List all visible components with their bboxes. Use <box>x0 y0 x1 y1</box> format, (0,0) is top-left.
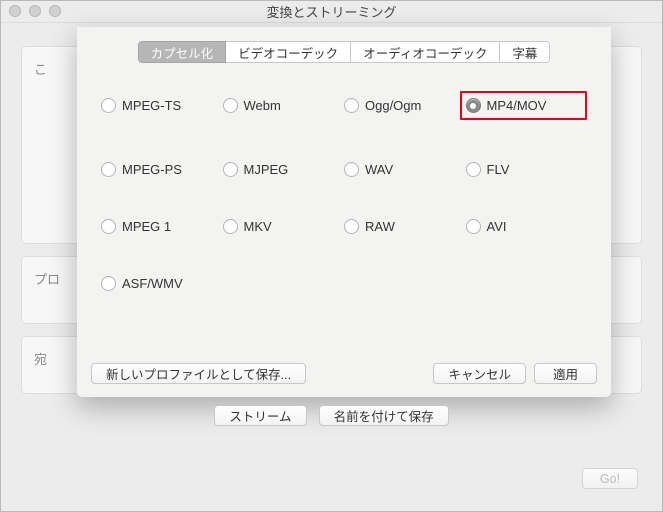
destination-label: 宛 <box>34 352 47 367</box>
format-radio-mjpeg[interactable]: MJPEG <box>223 162 345 177</box>
format-radio-flv[interactable]: FLV <box>466 162 588 177</box>
format-label: Webm <box>244 98 281 113</box>
format-label: MP4/MOV <box>487 98 547 113</box>
sources-label: こ <box>34 62 47 77</box>
format-label: RAW <box>365 219 395 234</box>
highlight-box: MP4/MOV <box>460 91 588 120</box>
go-button[interactable]: Go! <box>582 468 638 489</box>
app-window: 変換とストリーミング こ プロ 宛 カプセル化ビデオコーデックオーディオコーデッ… <box>0 0 663 512</box>
format-radio-group: MPEG-TS Webm Ogg/Ogm MP4/MOV MPEG-PS MJPEG WAV… <box>101 91 587 291</box>
save-as-button[interactable]: 名前を付けて保存 <box>319 405 449 426</box>
radio-icon <box>223 219 238 234</box>
format-label: WAV <box>365 162 393 177</box>
tab-bar: カプセル化ビデオコーデックオーディオコーデック字幕 <box>77 41 611 63</box>
encapsulation-sheet: カプセル化ビデオコーデックオーディオコーデック字幕 MPEG-TS Webm Ogg… <box>77 27 611 397</box>
format-label: MJPEG <box>244 162 289 177</box>
format-radio-mp4-mov[interactable]: MP4/MOV <box>466 98 580 113</box>
format-label: MKV <box>244 219 272 234</box>
apply-button[interactable]: 適用 <box>534 363 597 384</box>
main-action-buttons: ストリーム 名前を付けて保存 <box>1 405 662 426</box>
radio-icon <box>466 162 481 177</box>
titlebar: 変換とストリーミング <box>1 1 662 23</box>
format-radio-mpeg-1[interactable]: MPEG 1 <box>101 219 223 234</box>
format-radio-wav[interactable]: WAV <box>344 162 466 177</box>
minimize-icon[interactable] <box>29 5 41 17</box>
radio-icon <box>101 276 116 291</box>
window-title: 変換とストリーミング <box>266 2 396 21</box>
format-label: ASF/WMV <box>122 276 183 291</box>
format-radio-asf-wmv[interactable]: ASF/WMV <box>101 276 223 291</box>
radio-icon <box>466 219 481 234</box>
format-label: MPEG 1 <box>122 219 171 234</box>
format-radio-mkv[interactable]: MKV <box>223 219 345 234</box>
tab-1[interactable]: ビデオコーデック <box>226 41 351 63</box>
format-label: Ogg/Ogm <box>365 98 421 113</box>
stream-button[interactable]: ストリーム <box>214 405 306 426</box>
radio-icon <box>466 98 481 113</box>
close-icon[interactable] <box>9 5 21 17</box>
format-label: AVI <box>487 219 507 234</box>
radio-icon <box>101 219 116 234</box>
format-label: MPEG-PS <box>122 162 182 177</box>
radio-icon <box>344 219 359 234</box>
profile-label: プロ <box>34 272 60 287</box>
zoom-icon[interactable] <box>49 5 61 17</box>
format-radio-raw[interactable]: RAW <box>344 219 466 234</box>
radio-icon <box>101 98 116 113</box>
format-radio-avi[interactable]: AVI <box>466 219 588 234</box>
sheet-footer: 新しいプロファイルとして保存... キャンセル 適用 <box>77 349 611 397</box>
format-radio-webm[interactable]: Webm <box>223 91 345 120</box>
format-radio-mpeg-ps[interactable]: MPEG-PS <box>101 162 223 177</box>
save-profile-button[interactable]: 新しいプロファイルとして保存... <box>91 363 306 384</box>
format-label: MPEG-TS <box>122 98 181 113</box>
window-traffic-lights <box>9 5 61 17</box>
radio-icon <box>344 162 359 177</box>
tab-2[interactable]: オーディオコーデック <box>351 41 500 63</box>
radio-icon <box>223 98 238 113</box>
radio-icon <box>344 98 359 113</box>
radio-icon <box>223 162 238 177</box>
format-radio-mpeg-ts[interactable]: MPEG-TS <box>101 91 223 120</box>
radio-icon <box>101 162 116 177</box>
tab-3[interactable]: 字幕 <box>500 41 550 63</box>
format-radio-ogg-ogm[interactable]: Ogg/Ogm <box>344 91 466 120</box>
tab-0[interactable]: カプセル化 <box>138 41 227 63</box>
format-label: FLV <box>487 162 510 177</box>
cancel-button[interactable]: キャンセル <box>433 363 526 384</box>
